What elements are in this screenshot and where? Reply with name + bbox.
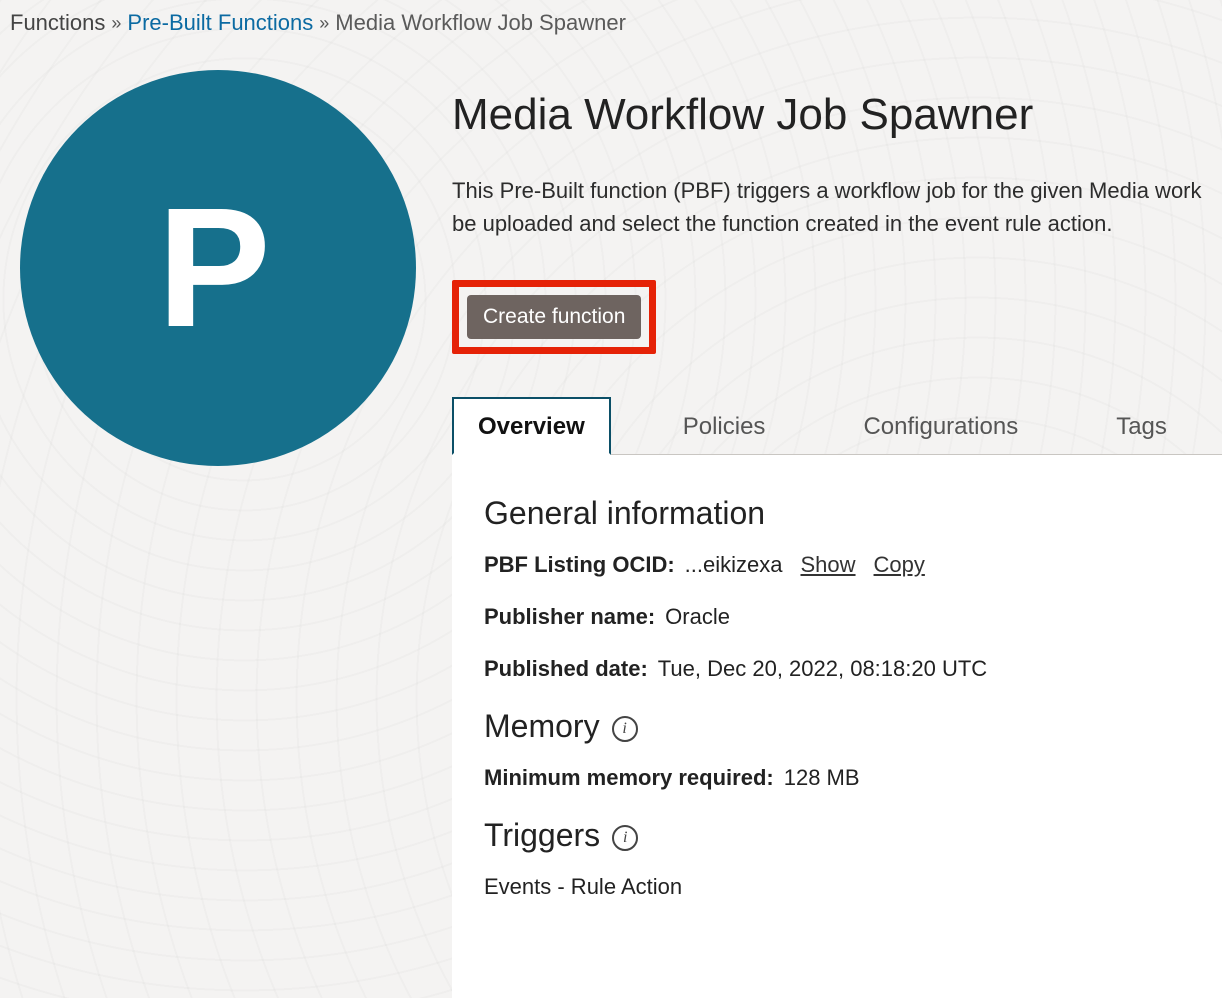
value-published-date: Tue, Dec 20, 2022, 08:18:20 UTC bbox=[658, 656, 987, 682]
link-copy-ocid[interactable]: Copy bbox=[874, 552, 925, 578]
description-line1: This Pre-Built function (PBF) triggers a… bbox=[452, 178, 1202, 203]
value-publisher: Oracle bbox=[665, 604, 730, 630]
label-published-date: Published date: bbox=[484, 656, 648, 682]
chevron-right-icon: » bbox=[319, 13, 329, 34]
link-show-ocid[interactable]: Show bbox=[800, 552, 855, 578]
value-min-memory: 128 MB bbox=[784, 765, 860, 791]
label-min-memory: Minimum memory required: bbox=[484, 765, 774, 791]
tab-configurations[interactable]: Configurations bbox=[837, 397, 1044, 455]
avatar: P bbox=[20, 70, 416, 466]
chevron-right-icon: » bbox=[111, 13, 121, 34]
breadcrumb-current: Media Workflow Job Spawner bbox=[335, 10, 626, 36]
tabs: Overview Policies Configurations Tags bbox=[452, 396, 1222, 454]
section-heading-memory: Memory bbox=[484, 708, 600, 745]
row-ocid: PBF Listing OCID: ...eikizexa Show Copy bbox=[484, 552, 1190, 578]
avatar-letter: P bbox=[157, 170, 278, 366]
row-published-date: Published date: Tue, Dec 20, 2022, 08:18… bbox=[484, 656, 1190, 682]
description-line2: be uploaded and select the function crea… bbox=[452, 211, 1112, 236]
label-publisher: Publisher name: bbox=[484, 604, 655, 630]
value-ocid: ...eikizexa bbox=[685, 552, 783, 578]
tab-policies[interactable]: Policies bbox=[657, 397, 792, 455]
section-triggers: Triggers i bbox=[484, 817, 1190, 854]
description: This Pre-Built function (PBF) triggers a… bbox=[452, 174, 1222, 240]
section-general-information: General information bbox=[484, 495, 1190, 532]
breadcrumb-link-prebuilt-functions[interactable]: Pre-Built Functions bbox=[127, 10, 313, 36]
tab-overview[interactable]: Overview bbox=[452, 397, 611, 455]
page-title: Media Workflow Job Spawner bbox=[452, 90, 1222, 140]
breadcrumb: Functions » Pre-Built Functions » Media … bbox=[10, 10, 1222, 36]
value-triggers: Events - Rule Action bbox=[484, 874, 1190, 900]
row-min-memory: Minimum memory required: 128 MB bbox=[484, 765, 1190, 791]
section-heading-triggers: Triggers bbox=[484, 817, 600, 854]
section-memory: Memory i bbox=[484, 708, 1190, 745]
panel-overview: General information PBF Listing OCID: ..… bbox=[452, 454, 1222, 998]
info-icon[interactable]: i bbox=[612, 716, 638, 742]
highlight-box: Create function bbox=[452, 280, 656, 354]
row-publisher: Publisher name: Oracle bbox=[484, 604, 1190, 630]
section-heading-general: General information bbox=[484, 495, 765, 532]
create-function-button[interactable]: Create function bbox=[467, 295, 641, 339]
breadcrumb-root: Functions bbox=[10, 10, 105, 36]
tab-tags[interactable]: Tags bbox=[1090, 397, 1193, 455]
label-ocid: PBF Listing OCID: bbox=[484, 552, 675, 578]
info-icon[interactable]: i bbox=[612, 825, 638, 851]
